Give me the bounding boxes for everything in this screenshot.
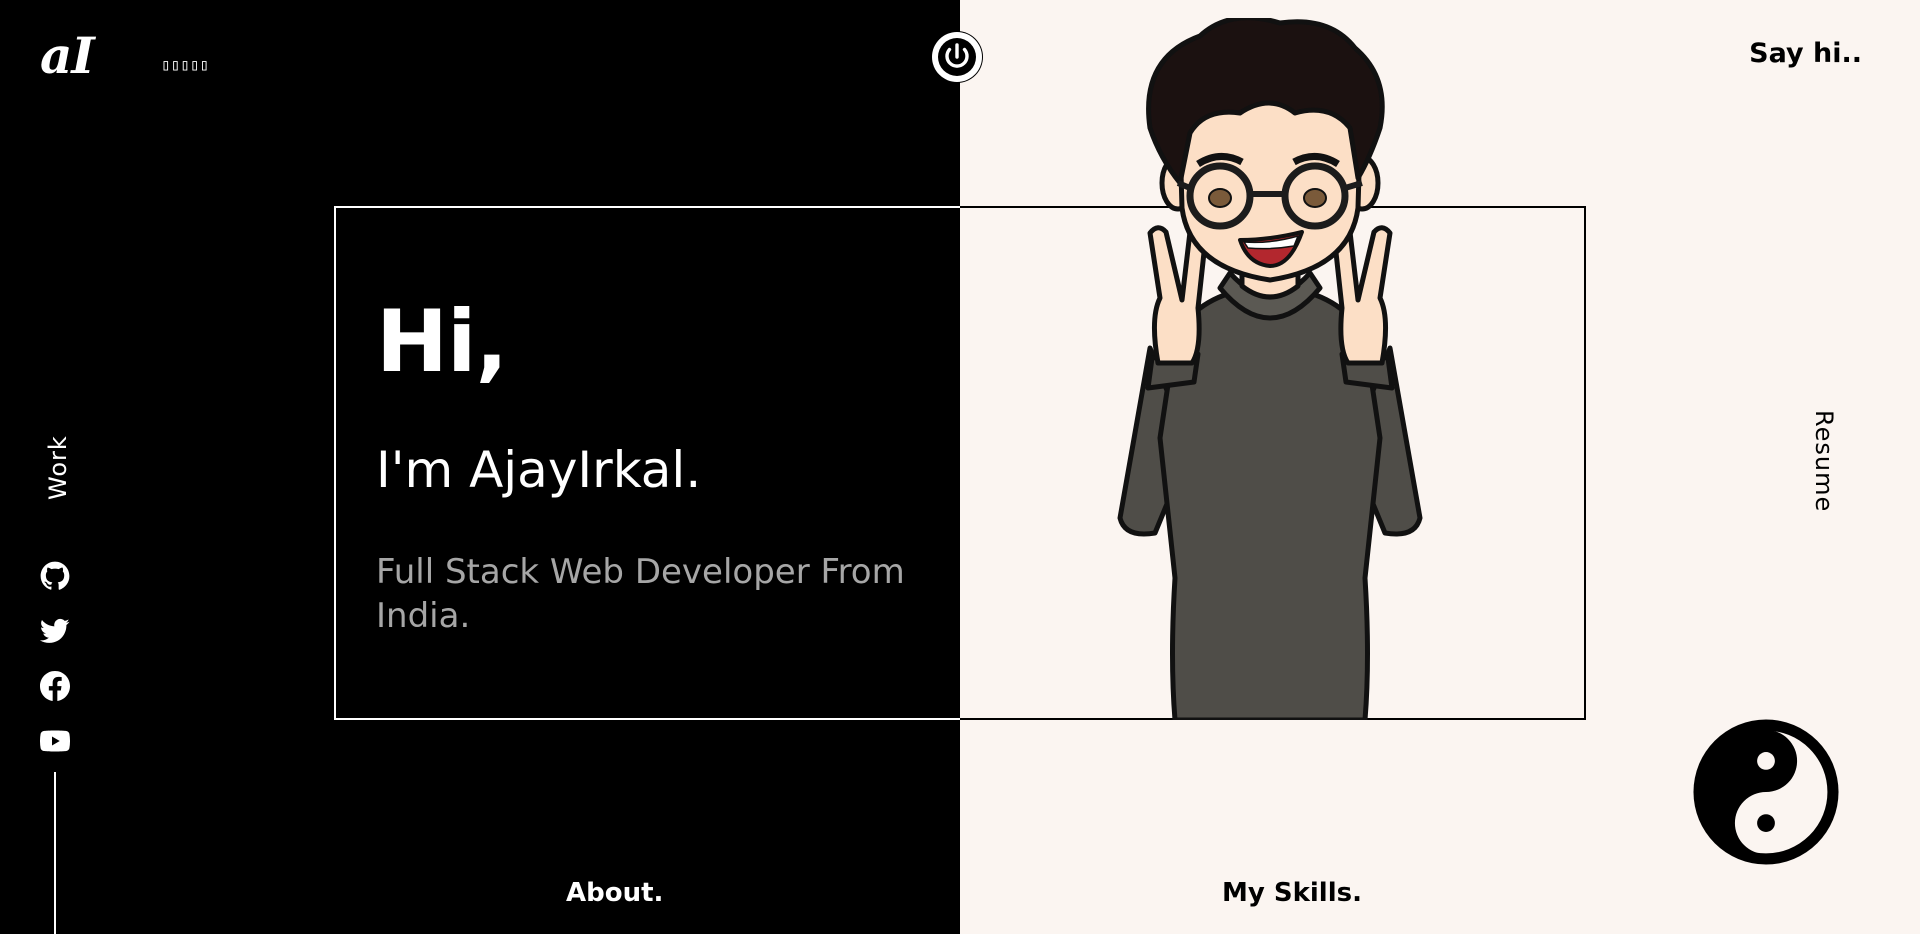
say-hi-link[interactable]: Say hi..: [1749, 38, 1862, 69]
about-link[interactable]: About.: [566, 878, 663, 908]
twitter-icon: [40, 618, 70, 643]
github-icon: [40, 561, 70, 590]
facebook-link[interactable]: [40, 671, 72, 703]
resume-link[interactable]: Resume: [1810, 410, 1838, 512]
social-divider-line: [54, 772, 56, 934]
power-icon: [938, 38, 976, 76]
my-skills-link[interactable]: My Skills.: [1222, 878, 1362, 908]
avatar-illustration: [1117, 18, 1423, 720]
work-link[interactable]: Work: [44, 435, 72, 500]
social-links: [40, 561, 72, 781]
hero-tagline: Full Stack Web Developer From India.: [376, 552, 905, 636]
site-logo[interactable]: aI: [40, 26, 95, 86]
twitter-link[interactable]: [40, 616, 72, 648]
youtube-link[interactable]: [40, 726, 72, 758]
facebook-icon: [40, 671, 70, 701]
hero-name: I'm AjayIrkal.: [376, 441, 702, 499]
hero-greeting: Hi,: [376, 292, 508, 392]
power-button[interactable]: [932, 32, 982, 82]
github-link[interactable]: [40, 561, 72, 593]
glyph-placeholder: ▯▯▯▯▯: [161, 55, 210, 74]
yin-yang-icon[interactable]: [1692, 718, 1840, 866]
youtube-icon: [40, 730, 70, 752]
